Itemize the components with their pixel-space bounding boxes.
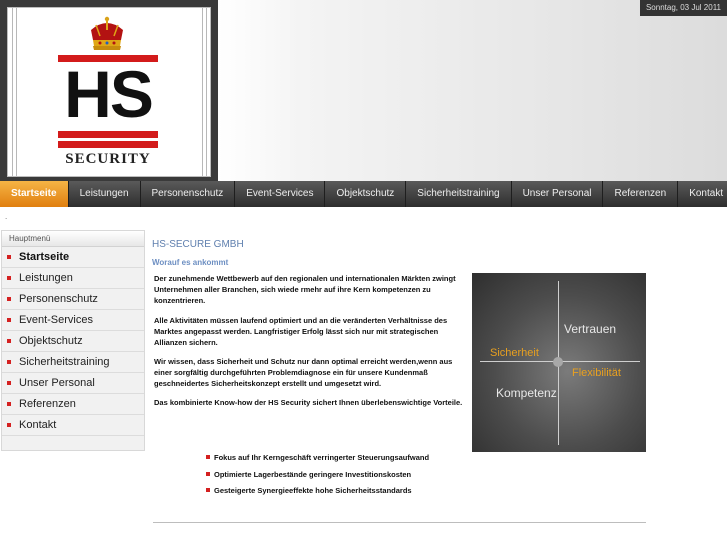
sidebar-item-label: Sicherheitstraining (19, 356, 110, 368)
bullet-icon (7, 318, 11, 322)
body-paragraph: Wir wissen, dass Sicherheit und Schutz n… (154, 357, 453, 388)
sidebar-item-label: Event-Services (19, 314, 93, 326)
sidebar-item-kontakt[interactable]: Kontakt (2, 415, 144, 436)
divider (153, 522, 646, 523)
logo-stripe (12, 8, 13, 176)
bullet-icon (7, 423, 11, 427)
logo-hs-text: HS (64, 57, 154, 131)
bullet-icon (206, 471, 210, 476)
nav-item-referenzen[interactable]: Referenzen (603, 181, 679, 207)
nav-item-startseite[interactable]: Startseite (0, 181, 69, 207)
bullet-icon (206, 488, 210, 492)
sidebar-item-label: Startseite (19, 251, 70, 263)
bullet-icon (7, 360, 11, 364)
page-title: HS-SECURE GMBH (152, 239, 244, 250)
crown-icon (91, 16, 123, 50)
graphic-label-kompetenz: Kompetenz (496, 386, 557, 400)
graphic-label-flexibilitaet: Flexibilität (572, 367, 621, 379)
logo-stripe (202, 8, 203, 176)
logo[interactable]: HS SECURITY (0, 0, 218, 181)
nav-item-objektschutz[interactable]: Objektschutz (325, 181, 407, 207)
sidebar-item-objektschutz[interactable]: Objektschutz (2, 331, 144, 352)
bullet-icon (7, 255, 11, 259)
body-paragraph: Alle Aktivitäten müssen laufend optimier… (154, 316, 448, 347)
sidebar-item-label: Kontakt (19, 419, 57, 431)
bullet-icon (7, 339, 11, 343)
nav-item-leistungen[interactable]: Leistungen (69, 181, 141, 207)
sidebar-item-label: Objektschutz (19, 335, 83, 347)
list-item: Optimierte Lagerbestände geringere Inves… (206, 469, 429, 486)
bullet-icon (7, 297, 11, 301)
sidebar-item-event-services[interactable]: Event-Services (2, 310, 144, 331)
logo-red-bar (58, 131, 158, 138)
section-subtitle: Worauf es ankommt (152, 258, 229, 267)
list-item-text: Optimierte Lagerbestände geringere Inves… (214, 469, 412, 479)
bullet-icon (7, 276, 11, 280)
sidebar-item-label: Unser Personal (19, 377, 95, 389)
list-item-text: Fokus auf Ihr Kerngeschäft verringerter … (214, 453, 430, 462)
graphic-label-vertrauen: Vertrauen (564, 322, 617, 336)
nav-item-event-services[interactable]: Event-Services (235, 181, 326, 207)
nav-item-sicherheitstraining[interactable]: Sicherheitstraining (406, 181, 512, 207)
sidebar-item-label: Referenzen (19, 398, 76, 410)
breadcrumb: . (5, 212, 8, 221)
nav-item-personenschutz[interactable]: Personenschutz (141, 181, 236, 207)
logo-panel: HS SECURITY (7, 7, 211, 177)
sidebar-item-personenschutz[interactable]: Personenschutz (2, 289, 144, 310)
graphic-center-dot (553, 357, 563, 367)
sidebar-title: Hauptmenü (2, 231, 144, 247)
sidebar-menu: Hauptmenü Startseite Leistungen Personen… (1, 230, 145, 451)
bullet-icon (7, 381, 11, 385)
list-item: Fokus auf Ihr Kerngeschäft verringerter … (206, 452, 429, 469)
logo-stripe (16, 8, 17, 176)
bullet-icon (206, 455, 210, 459)
values-graphic: Vertrauen Sicherheit Flexibilität Kompet… (472, 273, 646, 452)
sidebar-item-sicherheitstraining[interactable]: Sicherheitstraining (2, 352, 144, 373)
logo-stripe (206, 8, 207, 176)
nav-item-kontakt[interactable]: Kontakt (678, 181, 727, 207)
logo-red-bar (58, 141, 158, 148)
main-nav: Startseite Leistungen Personenschutz Eve… (0, 181, 727, 207)
list-item: Gesteigerte Synergieeffekte hohe Sicherh… (206, 485, 429, 502)
sidebar-item-referenzen[interactable]: Referenzen (2, 394, 144, 415)
date-display: Sonntag, 03 Jul 2011 (639, 0, 727, 16)
intro-paragraph: Der zunehmende Wettbewerb auf den region… (154, 274, 456, 305)
sidebar-item-startseite[interactable]: Startseite (2, 247, 144, 268)
graphic-label-sicherheit: Sicherheit (490, 347, 539, 359)
bullet-icon (7, 402, 11, 406)
nav-item-unser-personal[interactable]: Unser Personal (512, 181, 604, 207)
list-item-text: Gesteigerte Synergieeffekte hohe Sicherh… (214, 486, 412, 495)
sidebar-item-unser-personal[interactable]: Unser Personal (2, 373, 144, 394)
sidebar-item-label: Leistungen (19, 272, 73, 284)
logo-security-text: SECURITY (65, 151, 151, 167)
benefits-list: Fokus auf Ihr Kerngeschäft verringerter … (206, 452, 429, 502)
sidebar-item-label: Personenschutz (19, 293, 98, 305)
page: HS SECURITY Sonntag, 03 Jul 2011 Startse… (0, 0, 727, 545)
sidebar-item-leistungen[interactable]: Leistungen (2, 268, 144, 289)
body-paragraph: Das kombinierte Know-how der HS Security… (154, 398, 463, 407)
